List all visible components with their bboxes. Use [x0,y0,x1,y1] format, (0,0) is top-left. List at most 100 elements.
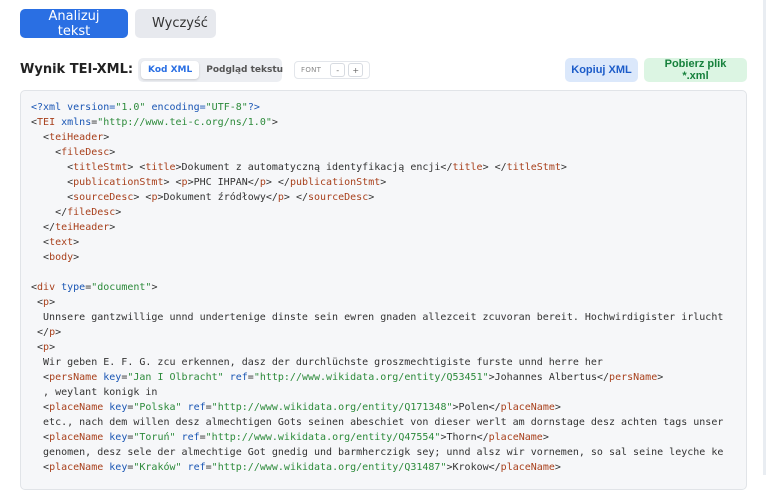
code-line: <TEI xmlns="http://www.tei-c.org/ns/1.0"… [31,115,278,130]
code-token: text [49,237,74,248]
code-token: "Jan I Olbracht" [127,372,224,383]
code-token: "UTF-8" [205,102,248,113]
tab-xml-code[interactable]: Kod XML [141,61,200,79]
code-token: teiHeader [49,132,104,143]
toolbar: Analizuj tekst Wyczyść [20,9,216,39]
tab-text-preview[interactable]: Podgląd tekstu [199,61,290,79]
code-token: placeName [500,462,555,473]
code-token: > [115,207,122,218]
code-token: "1.0" [115,102,146,113]
code-token: >Thorn</ [440,432,489,443]
code-line: <?xml version="1.0" encoding="UTF-8"?> [31,100,260,115]
code-token: titleStmt [506,162,561,173]
code-token: TEI [37,117,56,128]
code-token: < [31,297,44,308]
code-token: < [31,342,44,353]
code-line: <titleStmt> <title>Dokument z automatycz… [31,160,567,175]
code-token: placeName [500,402,555,413]
code-line: <p> [31,295,55,310]
code-token: placeName [488,432,543,443]
code-line: , weylant konigk in [31,385,157,400]
code-token: >Dokument z automatyczną identyfikacją e… [175,162,453,173]
code-token: > [657,372,664,383]
code-token: >Dokument źródłowy</ [157,192,278,203]
code-token: < [31,402,50,413]
code-line: <placeName key="Polska" ref="http://www.… [31,400,561,415]
code-token: sourceDesc [308,192,369,203]
code-token: < [31,132,50,143]
code-token: > [73,252,80,263]
code-token: >Krokow</ [446,462,501,473]
code-token: ?> [247,102,260,113]
code-line: Wir geben E. F. G. zcu erkennen, dasz de… [31,355,603,370]
analyze-button[interactable]: Analizuj tekst [20,9,128,39]
code-token: > [109,222,116,233]
code-token: fileDesc [61,147,110,158]
copy-xml-button[interactable]: Kopiuj XML [565,58,638,82]
code-token: etc., nach dem willen desz almechtigen G… [31,417,724,428]
code-token: > </ [482,162,507,173]
xml-code-view[interactable]: <?xml version="1.0" encoding="UTF-8"?> <T… [20,90,747,490]
code-token: "Polska" [133,402,182,413]
code-token: > [109,147,116,158]
code-token: > [560,162,567,173]
code-line: <placeName key="Toruń" ref="http://www.w… [31,430,549,445]
code-token: < [31,432,50,443]
code-line: <div type="document"> [31,280,158,295]
code-token: </ [31,327,50,338]
code-token: teiHeader [55,222,110,233]
code-token: Unnsere gantzwillige unnd undertenige di… [31,312,724,323]
code-token: version [67,102,110,113]
code-token: "http://www.tei-c.org/ns/1.0" [97,117,272,128]
code-token: title [145,162,176,173]
code-token: encoding [151,102,200,113]
code-token: > [49,297,56,308]
code-token: >Johannes Albertus</ [488,372,610,383]
code-token: "Kraków" [133,462,182,473]
code-token: persName [49,372,98,383]
code-token: body [49,252,74,263]
code-line: <fileDesc> [31,145,115,160]
code-line: <p> [31,340,55,355]
code-token: <?xml [31,102,68,113]
code-token: ref [187,402,206,413]
code-token: > [368,192,375,203]
code-token: placeName [49,402,104,413]
code-token: > [380,177,387,188]
code-token: < [31,177,74,188]
code-line: </p> [31,325,61,340]
font-increase-button[interactable]: + [348,63,364,77]
code-token: type [61,282,86,293]
code-token: "Toruń" [133,432,176,443]
code-line: </teiHeader> [31,220,115,235]
clear-button[interactable]: Wyczyść [135,9,216,38]
font-decrease-button[interactable]: - [330,63,346,77]
code-token: > < [163,177,182,188]
code-token: publicationStmt [73,177,164,188]
code-token: > [554,402,561,413]
code-token: fileDesc [67,207,116,218]
code-token: > [542,432,549,443]
font-size-control: FONT - + [294,61,371,79]
code-token: > [103,132,110,143]
code-token: ref [181,432,200,443]
code-token: > [73,237,80,248]
code-token: > [271,117,278,128]
code-line: <placeName key="Kraków" ref="http://www.… [31,460,561,475]
code-token: > [151,282,158,293]
code-token: placeName [49,432,104,443]
code-line: <publicationStmt> <p>PHC IHPAN</p> </pub… [31,175,386,190]
code-token: > </ [283,192,309,203]
code-token: < [31,162,74,173]
result-title: Wynik TEI-XML: [20,62,134,77]
code-token: "http://www.wikidata.org/entity/Q31487" [211,462,447,473]
code-token: publicationStmt [289,177,381,188]
code-token: , weylant konigk in [31,387,158,398]
code-line: genomen, desz sele der almechtige Got gn… [31,445,723,460]
code-token: key [109,402,128,413]
code-token: "http://www.wikidata.org/entity/Q171348" [211,402,453,413]
code-line: <body> [31,250,79,265]
code-line: etc., nach dem willen desz almechtigen G… [31,415,723,430]
code-token: genomen, desz sele der almechtige Got gn… [31,447,724,458]
download-xml-button[interactable]: Pobierz plik *.xml [644,58,747,82]
